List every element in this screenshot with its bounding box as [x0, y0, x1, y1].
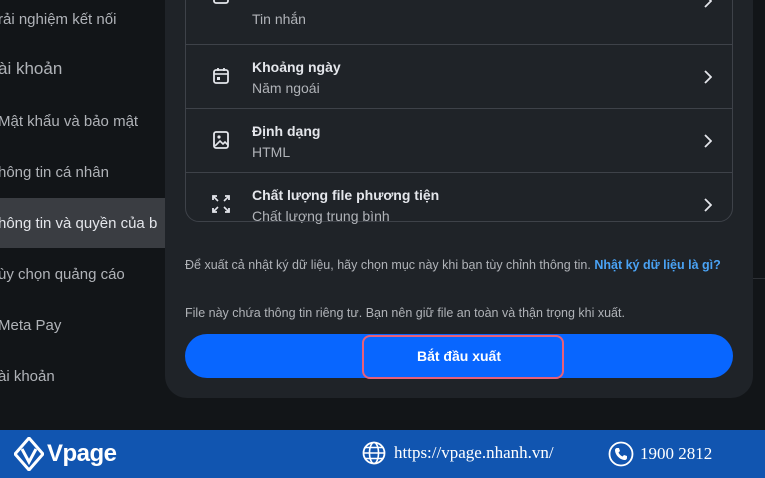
phone-number: 1900 2812: [640, 444, 713, 463]
sidebar-item-connected-experience[interactable]: rải nghiệm kết nối: [0, 0, 165, 44]
expand-icon: [210, 193, 232, 215]
brand-footer: Vpage https://vpage.nhanh.vn/ 1900 2812: [0, 430, 765, 478]
privacy-warning: File này chứa thông tin riêng tư. Bạn nê…: [185, 306, 625, 320]
brand: Vpage: [14, 437, 117, 471]
export-modal: Tin nhắn Khoảng ngày Năm ngoái Định dạng…: [165, 0, 753, 398]
phone-icon: [608, 441, 634, 467]
sidebar-heading-account: ài khoản: [0, 44, 165, 94]
globe-icon: [362, 441, 386, 465]
sidebar-item-label: hông tin cá nhân: [0, 163, 109, 181]
row-format[interactable]: Định dạng HTML: [186, 109, 732, 173]
start-export-button[interactable]: Bắt đầu xuất: [185, 334, 733, 378]
sidebar-item-accounts[interactable]: ài khoản: [0, 351, 165, 401]
sidebar-item-your-information[interactable]: hông tin và quyền của b: [0, 198, 165, 248]
footer-phone[interactable]: 1900 2812: [608, 441, 712, 467]
image-file-icon: [210, 129, 232, 151]
footer-website[interactable]: https://vpage.nhanh.vn/: [362, 441, 554, 465]
start-export-label: Bắt đầu xuất: [416, 348, 501, 364]
row-media-quality[interactable]: Chất lượng file phương tiện Chất lượng t…: [186, 173, 732, 237]
calendar-icon: [210, 65, 232, 87]
row-messages[interactable]: Tin nhắn: [186, 0, 732, 45]
sidebar-item-ad-preferences[interactable]: ùy chọn quảng cáo: [0, 249, 165, 299]
row-title: Định dạng: [252, 123, 321, 139]
vpage-logo-icon: [14, 437, 44, 471]
sidebar-item-label: rải nghiệm kết nối: [0, 10, 117, 28]
row-title: Khoảng ngày: [252, 59, 341, 75]
sidebar-item-personal-details[interactable]: hông tin cá nhân: [0, 147, 165, 197]
sidebar-item-meta-pay[interactable]: Meta Pay: [0, 300, 165, 350]
row-date-range[interactable]: Khoảng ngày Năm ngoái: [186, 45, 732, 109]
message-icon: [210, 0, 232, 9]
chevron-right-icon: [702, 69, 714, 85]
note-text: Để xuất cả nhật ký dữ liệu, hãy chọn mục…: [185, 258, 591, 272]
data-logs-link[interactable]: Nhật ký dữ liệu là gì?: [594, 258, 720, 272]
chevron-right-icon: [702, 197, 714, 213]
sidebar-item-label: Meta Pay: [0, 316, 62, 334]
sidebar-heading-label: ài khoản: [0, 59, 63, 78]
chevron-right-icon: [702, 133, 714, 149]
row-title: Chất lượng file phương tiện: [252, 187, 440, 203]
row-value: HTML: [252, 144, 291, 160]
data-logs-note: Để xuất cả nhật ký dữ liệu, hãy chọn mục…: [185, 257, 735, 274]
sidebar-item-label: ùy chọn quảng cáo: [0, 265, 125, 283]
sidebar-item-label: ài khoản: [0, 367, 55, 385]
row-value: Chất lượng trung bình: [252, 208, 390, 224]
brand-name: Vpage: [47, 440, 117, 467]
row-value: Tin nhắn: [252, 11, 306, 27]
chevron-right-icon: [702, 0, 714, 9]
sidebar-item-password-security[interactable]: Mật khẩu và bảo mật: [0, 96, 165, 146]
settings-sidebar: rải nghiệm kết nối ài khoản Mật khẩu và …: [0, 0, 165, 430]
export-settings-card: Tin nhắn Khoảng ngày Năm ngoái Định dạng…: [185, 0, 733, 224]
website-url: https://vpage.nhanh.vn/: [394, 443, 554, 462]
sidebar-item-label: Mật khẩu và bảo mật: [0, 112, 139, 130]
row-value: Năm ngoái: [252, 80, 320, 96]
sidebar-item-label: hông tin và quyền của b: [0, 214, 158, 232]
